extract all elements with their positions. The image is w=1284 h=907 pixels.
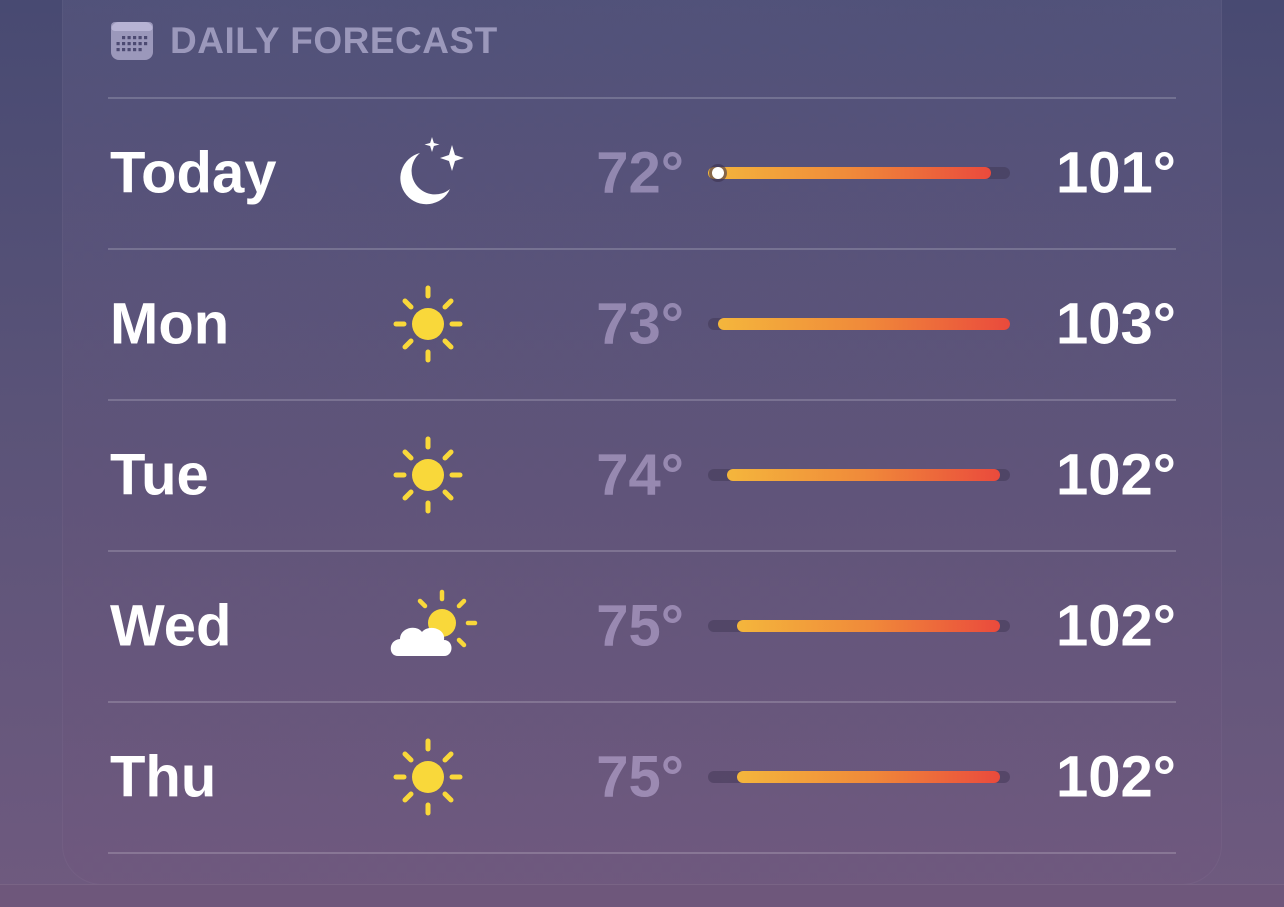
- forecast-row-today[interactable]: Today 72° 101°: [0, 98, 1284, 248]
- moon-stars-icon: [400, 137, 464, 205]
- temp-range-bar: [708, 620, 1010, 632]
- forecast-row-mon[interactable]: Mon 73° 103°: [0, 249, 1284, 399]
- calendar-icon: [111, 22, 153, 60]
- low-temp: 75°: [596, 593, 684, 659]
- high-temp: 103°: [1056, 291, 1176, 357]
- day-label: Thu: [110, 744, 217, 810]
- high-temp: 101°: [1056, 140, 1176, 206]
- day-label: Tue: [110, 442, 209, 508]
- temp-range-fill: [737, 771, 1001, 783]
- temp-range-fill: [737, 620, 1001, 632]
- forecast-title: DAILY FORECAST: [170, 20, 498, 61]
- low-temp: 75°: [596, 744, 684, 810]
- day-label: Wed: [110, 593, 232, 659]
- temp-range-fill: [708, 167, 991, 179]
- bottom-edge: [0, 884, 1284, 907]
- low-temp: 72°: [596, 140, 684, 206]
- day-label: Mon: [110, 291, 230, 357]
- sun-icon: [393, 285, 463, 363]
- forecast-row-thu[interactable]: Thu 75° 102°: [0, 702, 1284, 852]
- low-temp: 73°: [596, 291, 684, 357]
- sun-icon: [393, 436, 463, 514]
- high-temp: 102°: [1056, 442, 1176, 508]
- temp-range-bar: [708, 318, 1010, 330]
- temp-range-fill: [727, 469, 1001, 481]
- day-label: Today: [110, 140, 277, 206]
- low-temp: 74°: [596, 442, 684, 508]
- temp-range-bar: [708, 469, 1010, 481]
- current-temp-marker: [712, 167, 724, 179]
- partly-cloudy-icon: [390, 589, 478, 656]
- forecast-header: DAILY FORECAST: [110, 20, 498, 62]
- forecast-row-wed[interactable]: Wed 75° 102°: [0, 551, 1284, 701]
- forecast-row-tue[interactable]: Tue 74° 102°: [0, 400, 1284, 550]
- temp-range-bar: [708, 167, 1010, 179]
- high-temp: 102°: [1056, 593, 1176, 659]
- temp-range-bar: [708, 771, 1010, 783]
- temp-range-fill: [717, 318, 1010, 330]
- divider: [108, 852, 1176, 854]
- sun-icon: [393, 738, 463, 816]
- high-temp: 102°: [1056, 744, 1176, 810]
